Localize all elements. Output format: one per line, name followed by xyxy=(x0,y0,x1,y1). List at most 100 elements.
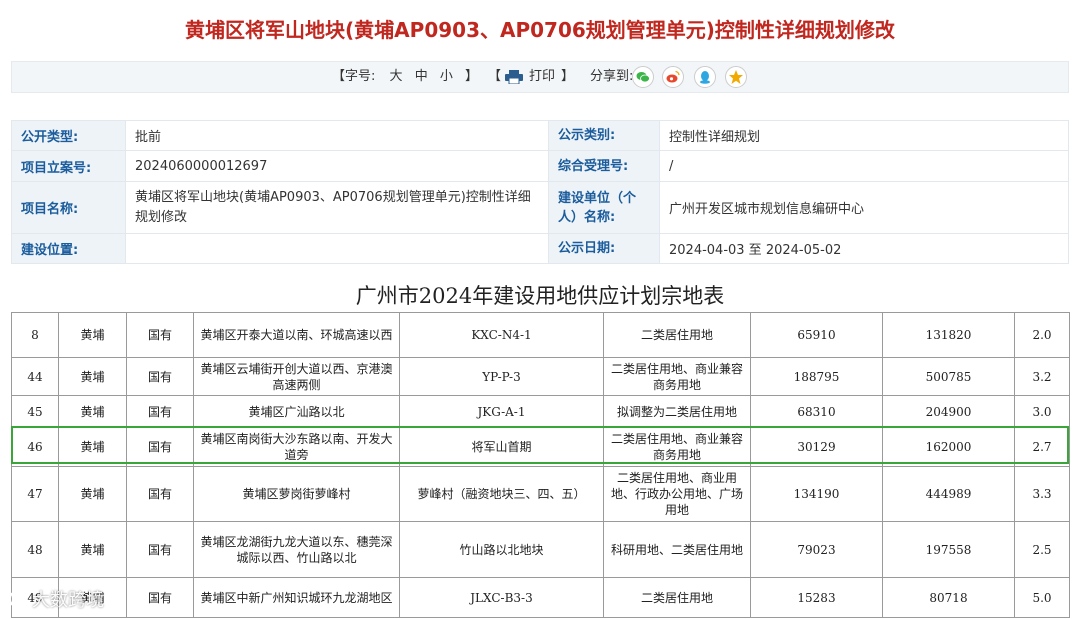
plot-ratio-cell: 3.0 xyxy=(1014,395,1070,428)
district-cell: 黄埔 xyxy=(58,466,127,522)
wechat-share-icon[interactable] xyxy=(632,66,654,88)
project-no-value: 2024060000012697 xyxy=(125,150,549,182)
plot-ratio-cell: 2.7 xyxy=(1014,427,1070,467)
page-title: 黄埔区将军山地块(黄埔AP0903、AP0706规划管理单元)控制性详细规划修改 xyxy=(185,18,895,42)
notice-date-value: 2024-04-03 至 2024-05-02 xyxy=(659,233,1069,264)
land-supply-table-title: 广州市2024年建设用地供应计划宗地表 xyxy=(355,284,725,308)
district-cell: 黄埔 xyxy=(58,312,127,358)
district-cell: 黄埔 xyxy=(58,427,127,467)
project-info-table: 公开类型: 批前 公示类别: 控制性详细规划 项目立案号: 2024060000… xyxy=(11,120,1069,264)
wechat-icon xyxy=(636,72,650,83)
construction-unit-label: 建设单位（个人）名称: xyxy=(548,181,660,234)
ownership-cell: 国有 xyxy=(126,427,194,467)
land-use-cell: 二类居住用地、商业用地、行政办公用地、广场用地 xyxy=(603,466,751,522)
font-size-large-link[interactable]: 大 xyxy=(390,69,403,84)
location-cell: 黄埔区广汕路以北 xyxy=(193,395,400,428)
watermark: 大数跨境 xyxy=(8,586,104,612)
table-row: 8 黄埔 国有 黄埔区开泰大道以南、环城高速以西 KXC-N4-1 二类居住用地 65910… xyxy=(11,312,1070,358)
font-size-medium-link[interactable]: 中 xyxy=(415,69,428,84)
floor-area-cell: 197558 xyxy=(882,521,1015,578)
area-cell: 134190 xyxy=(750,466,883,522)
area-cell: 188795 xyxy=(750,357,883,396)
ownership-cell: 国有 xyxy=(126,395,194,428)
floor-area-cell: 444989 xyxy=(882,466,1015,522)
watermark-logo-icon xyxy=(9,590,27,608)
table-row: 45 黄埔 国有 黄埔区广汕路以北 JKG-A-1 拟调整为二类居住用地 68310 2049… xyxy=(11,395,1070,428)
plot-ratio-cell: 2.5 xyxy=(1014,521,1070,578)
print-close-bracket: 】 xyxy=(561,69,575,84)
qq-share-icon[interactable] xyxy=(694,66,716,88)
project-name-value: 黄埔区将军山地块(黄埔AP0903、AP0706规划管理单元)控制性详细规划修改 xyxy=(125,181,549,234)
ownership-cell: 国有 xyxy=(126,577,194,618)
font-size-suffix: 】 xyxy=(465,69,479,84)
location-value xyxy=(125,233,549,264)
qq-icon xyxy=(700,71,710,84)
land-use-cell: 拟调整为二类居住用地 xyxy=(603,395,751,428)
area-cell: 15283 xyxy=(750,577,883,618)
article-toolbar: 【字号: 大 中 小 】 【 打印 】 分享到: xyxy=(11,61,1069,93)
location-cell: 黄埔区萝岗街萝峰村 xyxy=(193,466,400,522)
plot-code-cell: KXC-N4-1 xyxy=(399,312,604,358)
floor-area-cell: 80718 xyxy=(882,577,1015,618)
plot-code-cell: 竹山路以北地块 xyxy=(399,521,604,578)
type-value: 批前 xyxy=(125,120,549,151)
seq-cell: 47 xyxy=(11,466,59,522)
plot-ratio-cell: 3.2 xyxy=(1014,357,1070,396)
category-label: 公示类别: xyxy=(548,120,660,151)
land-use-cell: 二类居住用地、商业兼容商务用地 xyxy=(603,357,751,396)
table-row: 44 黄埔 国有 黄埔区云埔街开创大道以西、京港澳高速两侧 YP-P-3 二类居住用地、商… xyxy=(11,357,1070,396)
area-cell: 30129 xyxy=(750,427,883,467)
qzone-icon xyxy=(729,70,743,84)
plot-code-cell: 萝峰村（融资地块三、四、五） xyxy=(399,466,604,522)
font-size-small-link[interactable]: 小 xyxy=(440,69,453,84)
area-cell: 68310 xyxy=(750,395,883,428)
printer-icon xyxy=(505,70,524,84)
project-name-label: 项目名称: xyxy=(11,181,126,234)
table-row: 46 黄埔 国有 黄埔区南岗街大沙东路以南、开发大道旁 将军山首期 二类居住用地、商业兼容… xyxy=(11,427,1070,467)
table-row: 48 黄埔 国有 黄埔区龙湖街九龙大道以东、穗莞深城际以西、竹山路以北 竹山路以北地块科… xyxy=(11,521,1070,578)
construction-unit-value: 广州开发区城市规划信息编研中心 xyxy=(659,181,1069,234)
seq-cell: 45 xyxy=(11,395,59,428)
seq-cell: 48 xyxy=(11,521,59,578)
plot-code-cell: JKG-A-1 xyxy=(399,395,604,428)
floor-area-cell: 500785 xyxy=(882,357,1015,396)
table-row: 49 黄埔 国有 黄埔区中新广州知识城环九龙湖地区 JLXC-B3-3 二类居住用地 152… xyxy=(11,577,1070,618)
floor-area-cell: 204900 xyxy=(882,395,1015,428)
notice-date-label: 公示日期: xyxy=(548,233,660,264)
accept-no-value: / xyxy=(659,150,1069,182)
land-supply-table: 8 黄埔 国有 黄埔区开泰大道以南、环城高速以西 KXC-N4-1 二类居住用地 65910… xyxy=(11,312,1070,618)
land-use-cell: 二类居住用地、商业兼容商务用地 xyxy=(603,427,751,467)
district-cell: 黄埔 xyxy=(58,395,127,428)
plot-code-cell: JLXC-B3-3 xyxy=(399,577,604,618)
seq-cell: 44 xyxy=(11,357,59,396)
accept-no-label: 综合受理号: xyxy=(548,150,660,182)
font-size-prefix: 【字号: xyxy=(332,69,376,84)
area-cell: 79023 xyxy=(750,521,883,578)
ownership-cell: 国有 xyxy=(126,357,194,396)
project-no-label: 项目立案号: xyxy=(11,150,126,182)
ownership-cell: 国有 xyxy=(126,521,194,578)
area-cell: 65910 xyxy=(750,312,883,358)
share-label: 分享到: xyxy=(590,69,634,84)
weibo-share-icon[interactable] xyxy=(662,66,684,88)
location-cell: 黄埔区开泰大道以南、环城高速以西 xyxy=(193,312,400,358)
qzone-share-icon[interactable] xyxy=(725,66,747,88)
print-button[interactable]: 【 打印 】 xyxy=(488,62,574,92)
location-cell: 黄埔区南岗街大沙东路以南、开发大道旁 xyxy=(193,427,400,467)
district-cell: 黄埔 xyxy=(58,357,127,396)
plot-code-cell: YP-P-3 xyxy=(399,357,604,396)
location-label: 建设位置: xyxy=(11,233,126,264)
plot-ratio-cell: 3.3 xyxy=(1014,466,1070,522)
plot-ratio-cell: 2.0 xyxy=(1014,312,1070,358)
land-use-cell: 二类居住用地 xyxy=(603,577,751,618)
font-size-control: 【字号: 大 中 小 】 xyxy=(332,62,482,92)
table-row: 47 黄埔 国有 黄埔区萝岗街萝峰村 萝峰村（融资地块三、四、五） 二类居住用地、商业用地… xyxy=(11,466,1070,522)
land-use-cell: 科研用地、二类居住用地 xyxy=(603,521,751,578)
location-cell: 黄埔区中新广州知识城环九龙湖地区 xyxy=(193,577,400,618)
type-label: 公开类型: xyxy=(11,120,126,151)
floor-area-cell: 162000 xyxy=(882,427,1015,467)
print-label: 打印 xyxy=(529,69,556,84)
seq-cell: 46 xyxy=(11,427,59,467)
land-use-cell: 二类居住用地 xyxy=(603,312,751,358)
plot-code-cell: 将军山首期 xyxy=(399,427,604,467)
